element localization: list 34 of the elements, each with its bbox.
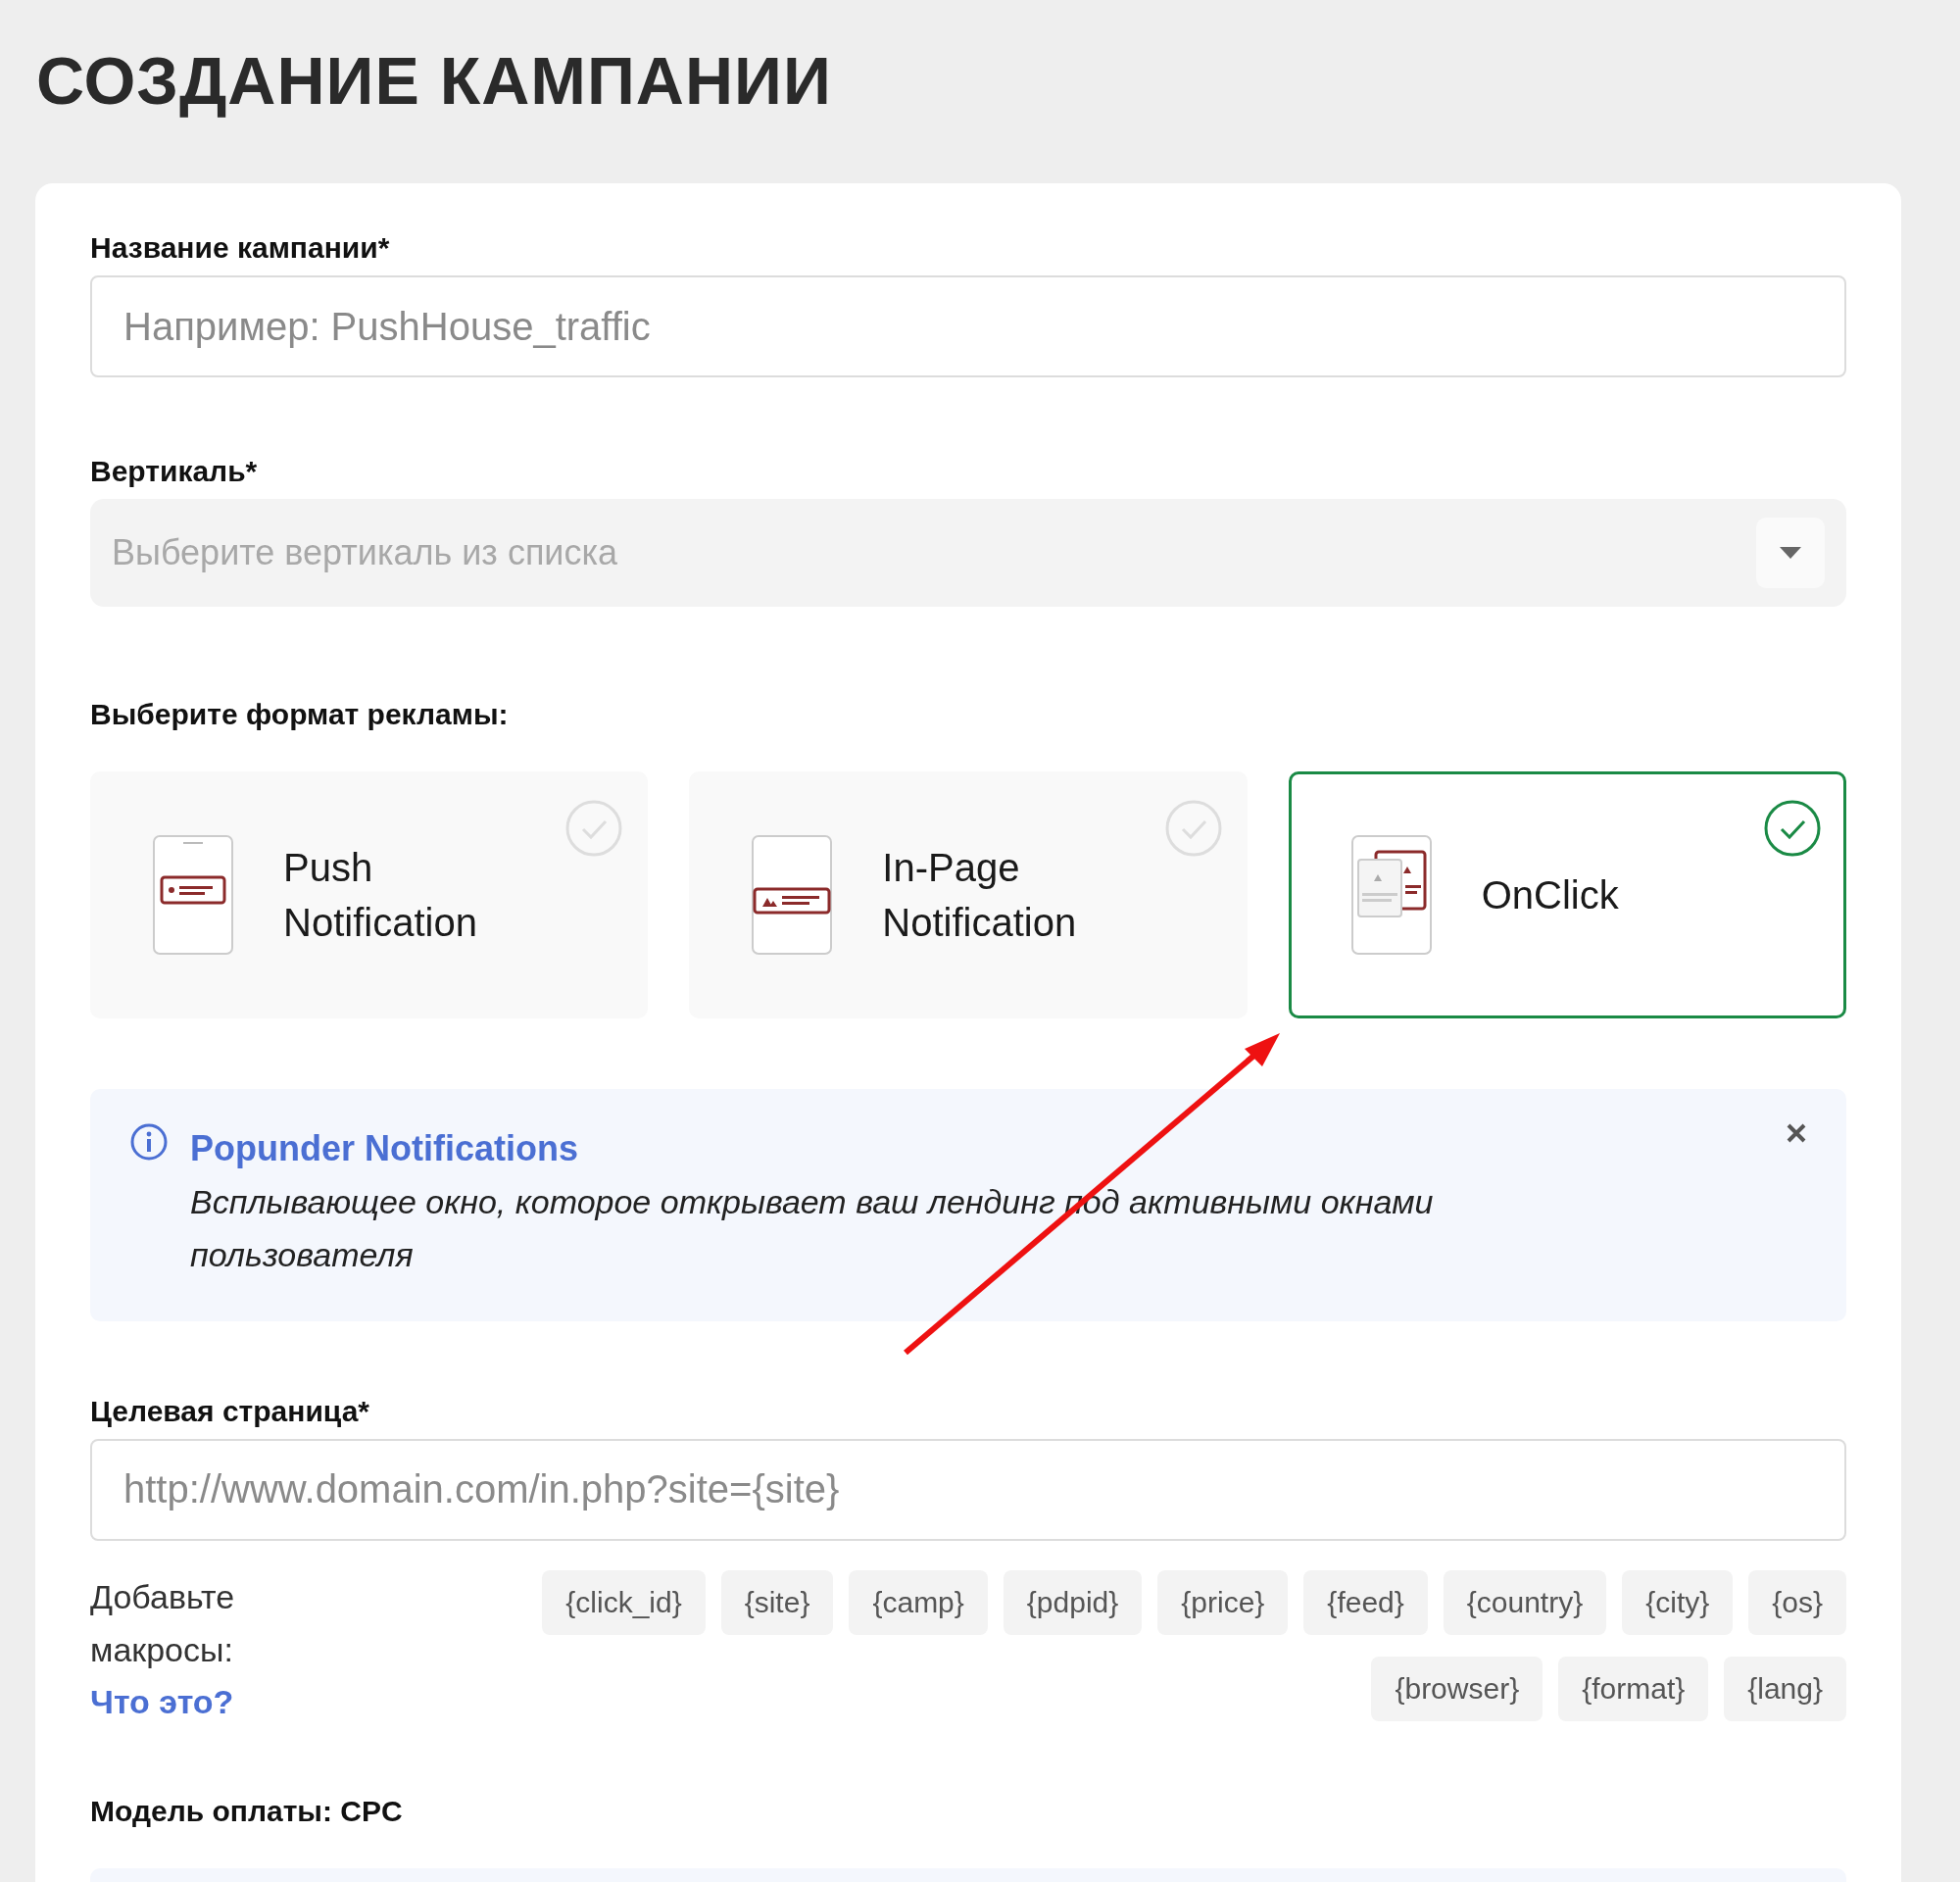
section-label: Выберите формат рекламы: xyxy=(90,697,510,732)
caret-icon xyxy=(1756,518,1825,588)
check-circle-icon xyxy=(1163,798,1223,857)
target-url-input[interactable]: http://www.domain.com/in.php?site={site} xyxy=(90,1438,1846,1541)
stacked-windows-icon xyxy=(1349,834,1433,956)
macro-chip[interactable]: {price} xyxy=(1157,1569,1289,1635)
macro-chip[interactable]: {os} xyxy=(1748,1569,1846,1635)
field-label: Целевая страница* xyxy=(90,1393,370,1429)
macro-chip[interactable]: {click_id} xyxy=(542,1569,706,1635)
info-title: Popunder Notifications xyxy=(190,1127,578,1170)
macro-chip[interactable]: {city} xyxy=(1622,1569,1734,1635)
info-icon xyxy=(129,1122,169,1162)
field-label: Вертикаль* xyxy=(90,454,259,489)
macros-label: Добавьте макросы: xyxy=(90,1576,236,1671)
page-title: СОЗДАНИЕ КАМПАНИИ xyxy=(35,42,833,120)
macro-chip[interactable]: {site} xyxy=(720,1569,834,1635)
phone-banner-icon xyxy=(751,834,834,956)
check-circle-icon xyxy=(564,798,624,857)
macro-chip[interactable]: {lang} xyxy=(1724,1656,1846,1721)
help-link[interactable]: Что это? xyxy=(90,1682,234,1720)
macro-chip[interactable]: {camp} xyxy=(849,1569,988,1635)
payment-model-label: Модель оплаты: CPC xyxy=(90,1793,404,1829)
macro-chip[interactable]: {format} xyxy=(1558,1656,1709,1721)
macro-chip[interactable]: {pdpid} xyxy=(1003,1569,1143,1635)
macro-chip[interactable]: {feed} xyxy=(1303,1569,1428,1635)
format-option[interactable]: OnClick xyxy=(1288,771,1846,1018)
macro-chip[interactable]: {browser} xyxy=(1371,1656,1544,1721)
field-label: Название кампании* xyxy=(90,230,391,266)
check-circle-icon xyxy=(1763,798,1822,857)
campaign-name-input[interactable]: Например: PushHouse_traffic xyxy=(90,275,1846,377)
macro-chip[interactable]: {country} xyxy=(1443,1569,1607,1635)
format-option[interactable]: Push Notification xyxy=(90,771,649,1018)
format-option[interactable]: In-Page Notification xyxy=(689,771,1248,1018)
phone-notification-icon xyxy=(152,834,234,956)
